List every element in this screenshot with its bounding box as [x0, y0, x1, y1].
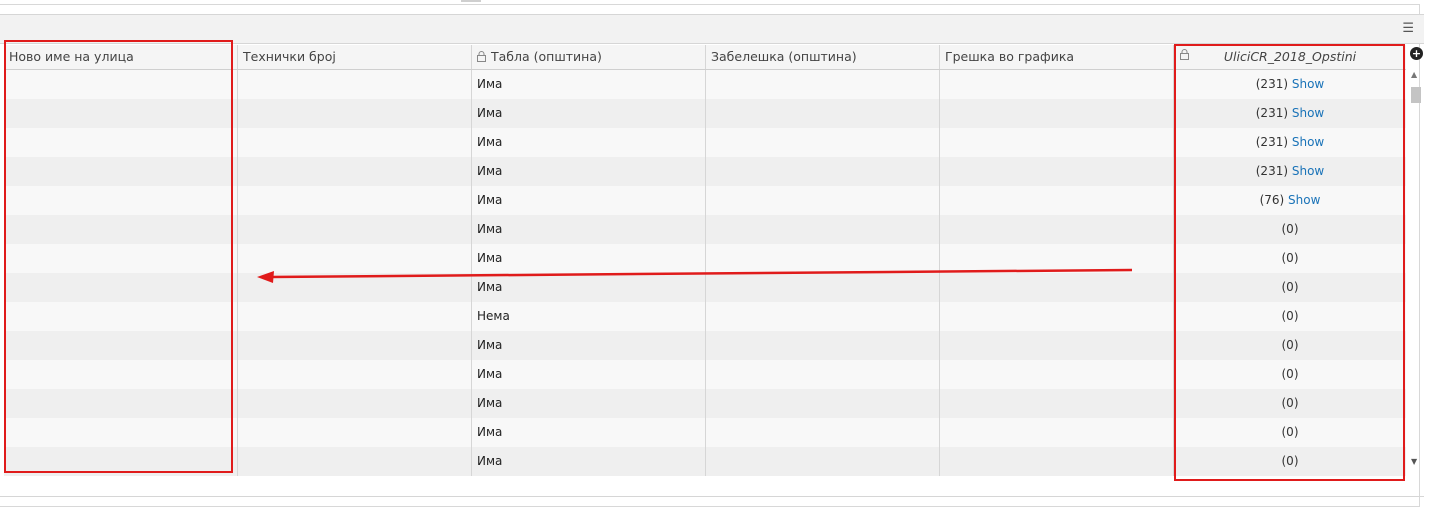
annotation-arrow — [257, 268, 1133, 283]
